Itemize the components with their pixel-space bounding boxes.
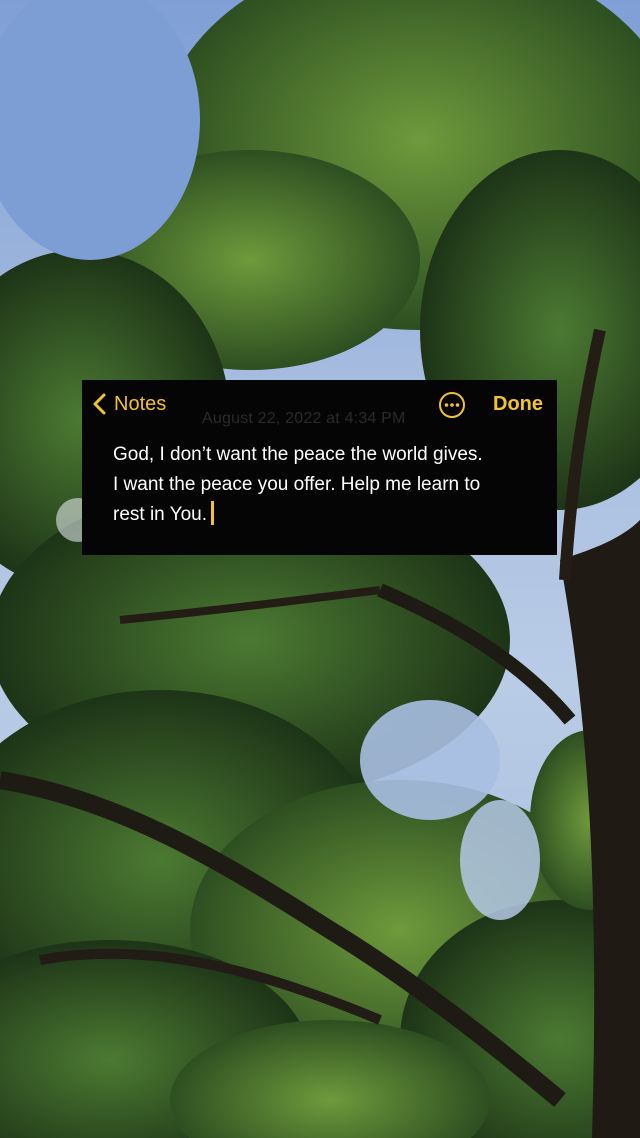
note-editor-card: Notes August 22, 2022 at 4:34 PM Done Go… — [82, 380, 557, 555]
note-timestamp: August 22, 2022 at 4:34 PM — [202, 410, 406, 427]
back-label: Notes — [114, 392, 167, 415]
ellipsis-circle-icon — [439, 392, 465, 418]
note-text-area[interactable]: God, I don’t want the peace the world gi… — [113, 440, 543, 530]
wallpaper-scene: Notes August 22, 2022 at 4:34 PM Done Go… — [0, 0, 640, 1138]
chevron-left-icon — [93, 393, 106, 415]
note-line: God, I don’t want the peace the world gi… — [113, 444, 483, 465]
text-cursor — [211, 501, 215, 525]
more-options-button[interactable] — [437, 390, 467, 420]
tree-canopy-photo — [0, 0, 640, 1138]
note-last-line: rest in You. — [113, 500, 543, 530]
note-line: I want the peace you offer. Help me lear… — [113, 474, 481, 495]
note-line: rest in You. — [113, 504, 208, 525]
done-button[interactable]: Done — [493, 393, 543, 416]
back-to-notes-button[interactable]: Notes — [92, 392, 166, 416]
